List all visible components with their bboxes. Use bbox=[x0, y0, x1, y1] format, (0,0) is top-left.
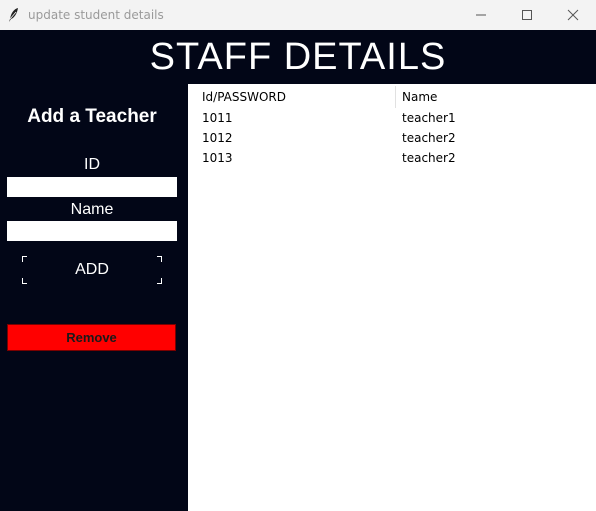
table-body: 1011 teacher1 1012 teacher2 1013 teacher… bbox=[196, 108, 596, 168]
cell-name: teacher2 bbox=[402, 151, 456, 165]
window-titlebar: update student details bbox=[0, 0, 596, 30]
close-icon[interactable] bbox=[550, 0, 596, 30]
table-row[interactable]: 1013 teacher2 bbox=[196, 148, 596, 168]
remove-button-label: Remove bbox=[66, 330, 117, 345]
table-header: Id/PASSWORD Name bbox=[196, 86, 596, 108]
column-header-name[interactable]: Name bbox=[396, 86, 596, 108]
page-header: STAFF DETAILS bbox=[0, 30, 596, 84]
window-title: update student details bbox=[28, 8, 164, 22]
button-corner bbox=[157, 278, 162, 284]
page-title: STAFF DETAILS bbox=[149, 35, 447, 78]
id-input[interactable] bbox=[7, 177, 177, 197]
button-corner bbox=[22, 278, 27, 284]
minimize-icon[interactable] bbox=[458, 0, 504, 30]
add-button-label: ADD bbox=[75, 261, 109, 278]
add-teacher-panel: Add a Teacher ID Name ADD Remove bbox=[0, 84, 188, 511]
cell-name: teacher1 bbox=[402, 111, 456, 125]
table-row[interactable]: 1011 teacher1 bbox=[196, 108, 596, 128]
feather-icon bbox=[0, 0, 28, 30]
cell-id: 1012 bbox=[202, 131, 233, 145]
maximize-icon[interactable] bbox=[504, 0, 550, 30]
table-row[interactable]: 1012 teacher2 bbox=[196, 128, 596, 148]
panel-heading: Add a Teacher bbox=[27, 106, 157, 127]
name-label: Name bbox=[70, 201, 114, 218]
column-header-id[interactable]: Id/PASSWORD bbox=[196, 86, 396, 108]
remove-button[interactable]: Remove bbox=[7, 324, 176, 351]
button-corner bbox=[22, 256, 27, 262]
cell-name: teacher2 bbox=[402, 131, 456, 145]
staff-table: Id/PASSWORD Name 1011 teacher1 1012 teac… bbox=[188, 84, 596, 511]
add-button[interactable]: ADD bbox=[22, 256, 162, 284]
button-corner bbox=[157, 256, 162, 262]
name-input[interactable] bbox=[7, 221, 177, 241]
cell-id: 1011 bbox=[202, 111, 233, 125]
cell-id: 1013 bbox=[202, 151, 233, 165]
id-label: ID bbox=[84, 156, 100, 173]
